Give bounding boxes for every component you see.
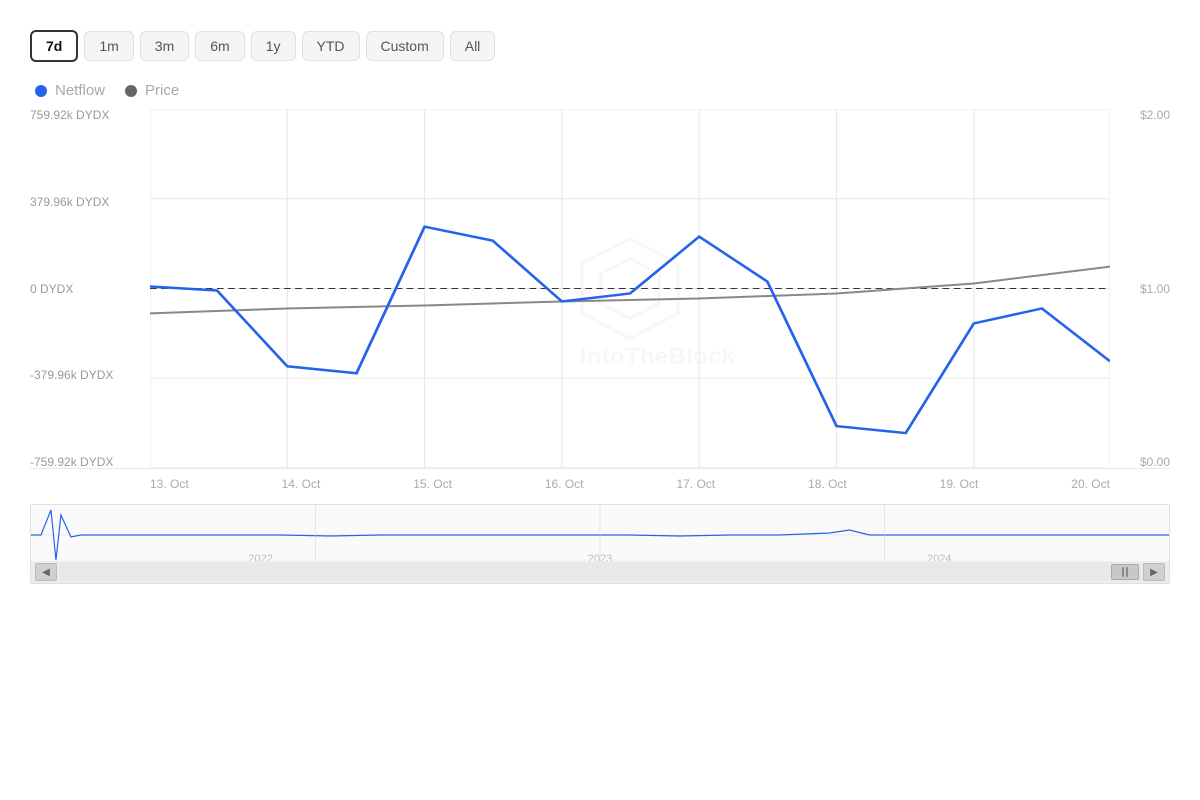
time-range-selector: 7d1m3m6m1yYTDCustomAll xyxy=(30,20,1170,62)
legend-price: Price xyxy=(125,82,179,99)
handle-line-2 xyxy=(1126,567,1128,577)
mini-chart-svg xyxy=(31,505,1169,565)
x-label-14.-oct: 14. Oct xyxy=(282,477,321,491)
main-chart-wrapper: 759.92k DYDX 379.96k DYDX 0 DYDX -379.96… xyxy=(30,109,1170,584)
y-right-mid: $1.00 xyxy=(1140,283,1170,295)
time-btn-all[interactable]: All xyxy=(450,31,496,61)
x-label-16.-oct: 16. Oct xyxy=(545,477,584,491)
time-btn-1m[interactable]: 1m xyxy=(84,31,133,61)
x-label-18.-oct: 18. Oct xyxy=(808,477,847,491)
x-label-20.-oct: 20. Oct xyxy=(1071,477,1110,491)
svg-text:IntoTheBlock: IntoTheBlock xyxy=(580,344,735,368)
y-right-bottom: $0.00 xyxy=(1140,456,1170,468)
y-label-top: 759.92k DYDX xyxy=(30,109,150,121)
x-label-13.-oct: 13. Oct xyxy=(150,477,189,491)
nav-right-arrow[interactable]: ▶ xyxy=(1143,563,1165,581)
x-axis: 13. Oct 14. Oct 15. Oct 16. Oct 17. Oct 18. O… xyxy=(30,469,1170,499)
y-label-lower: -379.96k DYDX xyxy=(30,369,150,381)
time-btn-6m[interactable]: 6m xyxy=(195,31,244,61)
handle-lines xyxy=(1122,567,1128,577)
time-btn-ytd[interactable]: YTD xyxy=(302,31,360,61)
chart-svg: IntoTheBlock xyxy=(150,109,1110,468)
time-btn-7d[interactable]: 7d xyxy=(30,30,78,62)
x-label-19.-oct: 19. Oct xyxy=(940,477,979,491)
mini-chart: 2022 2023 2024 ◀ ▶ xyxy=(30,504,1170,584)
legend-netflow: Netflow xyxy=(35,82,105,99)
y-label-bottom: -759.92k DYDX xyxy=(30,456,150,468)
y-axis-left: 759.92k DYDX 379.96k DYDX 0 DYDX -379.96… xyxy=(30,109,150,468)
time-btn-custom[interactable]: Custom xyxy=(366,31,444,61)
navigator-bar: ◀ ▶ xyxy=(31,561,1169,583)
price-dot xyxy=(125,85,137,97)
y-label-upper: 379.96k DYDX xyxy=(30,196,150,208)
price-line xyxy=(150,267,1110,314)
x-label-17.-oct: 17. Oct xyxy=(676,477,715,491)
y-label-mid: 0 DYDX xyxy=(30,283,150,295)
time-btn-3m[interactable]: 3m xyxy=(140,31,189,61)
chart-container: 7d1m3m6m1yYTDCustomAll Netflow Price 759… xyxy=(0,0,1200,800)
nav-left-arrow[interactable]: ◀ xyxy=(35,563,57,581)
main-chart: 759.92k DYDX 379.96k DYDX 0 DYDX -379.96… xyxy=(30,109,1170,469)
x-label-15.-oct: 15. Oct xyxy=(413,477,452,491)
price-label: Price xyxy=(145,82,179,99)
y-right-top: $2.00 xyxy=(1140,109,1170,121)
handle-line-1 xyxy=(1122,567,1124,577)
chart-legend: Netflow Price xyxy=(30,82,1170,99)
netflow-dot xyxy=(35,85,47,97)
nav-track xyxy=(59,563,1141,581)
watermark: IntoTheBlock xyxy=(580,239,735,368)
netflow-label: Netflow xyxy=(55,82,105,99)
time-btn-1y[interactable]: 1y xyxy=(251,31,296,61)
nav-handle[interactable] xyxy=(1111,564,1139,580)
y-axis-right: $2.00 $1.00 $0.00 xyxy=(1110,109,1170,468)
